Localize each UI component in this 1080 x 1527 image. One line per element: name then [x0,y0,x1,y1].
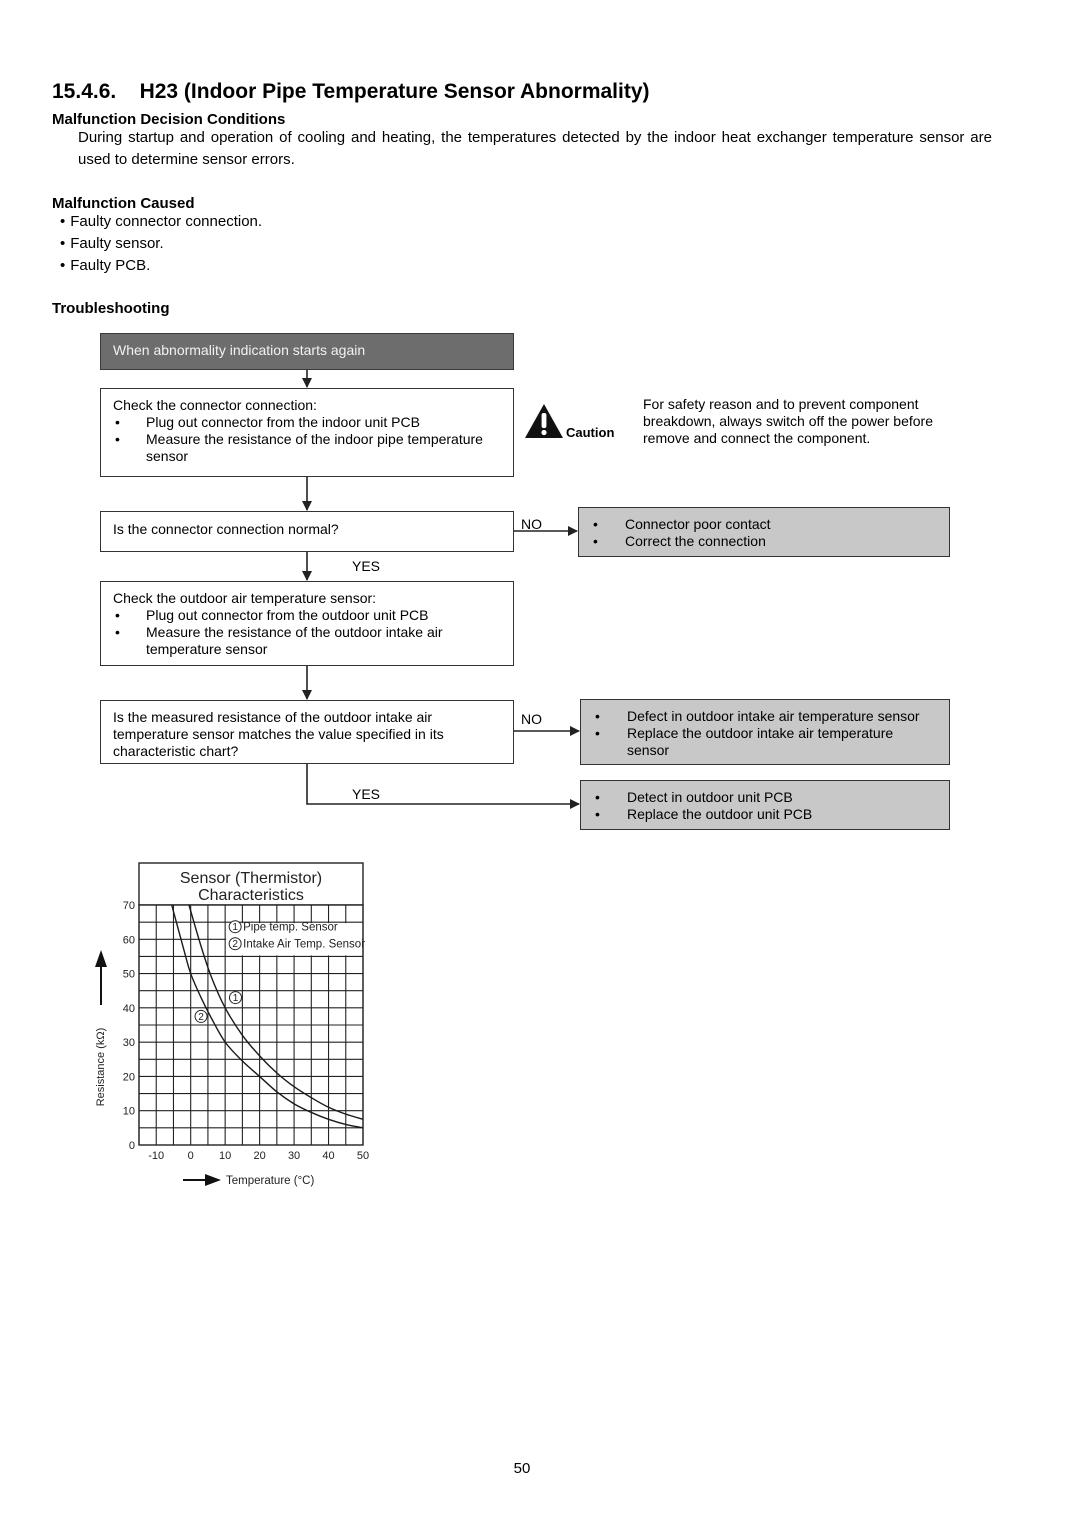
arrow-q2-yes [306,763,580,809]
no-label: NO [521,711,542,727]
step-check-outdoor-sensor: Check the outdoor air temperature sensor… [100,581,514,666]
caution-label: Caution [566,425,615,440]
result-item: Detect in outdoor unit PCB [593,789,937,806]
result-connector-poor-contact: Connector poor contact Correct the conne… [578,507,950,557]
x-tick-label: 20 [253,1150,265,1162]
result-item: Correct the connection [591,533,937,550]
question-connector-normal: Is the connector connection normal? [100,511,514,552]
yes-label: YES [352,558,381,574]
x-tick-label: 0 [188,1150,194,1162]
y-tick-label: 70 [123,900,135,912]
step-item: Measure the resistance of the outdoor in… [113,624,501,658]
legend-entry: Pipe temp. Sensor [243,922,338,934]
step-item: Plug out connector from the indoor unit … [113,414,501,431]
page-number: 50 [513,1460,531,1477]
y-tick-label: 60 [123,934,135,946]
x-axis-label: Temperature (°C) [226,1175,314,1187]
y-tick-label: 30 [123,1037,135,1049]
start-box: When abnormality indication starts again [100,333,514,370]
y-tick-label: 20 [123,1071,135,1083]
x-tick-label: 50 [357,1150,369,1162]
caution-text: For safety reason and to prevent compone… [643,396,934,446]
legend-entry: Intake Air Temp. Sensor [243,939,365,951]
result-item: Defect in outdoor intake air temperature… [593,708,937,725]
chart-legend: 1 Pipe temp. Sensor 2 Intake Air Temp. Sens… [226,920,365,956]
step-title: Check the connector connection: [113,397,317,413]
y-tick-label: 40 [123,1003,135,1015]
series-marker-label: 1 [233,993,239,1004]
result-defect-sensor: Defect in outdoor intake air temperature… [580,699,950,765]
question-resistance-matches: Is the measured resistance of the outdoo… [100,700,514,764]
chart-title-line1: Sensor (Thermistor) [180,870,322,887]
x-tick-label: 40 [322,1150,334,1162]
thermistor-chart: Sensor (Thermistor) Characteristics 1 2 -… [95,862,369,1187]
x-tick-label: 10 [219,1150,231,1162]
x-axis-arrow-icon [205,1174,221,1186]
y-tick-label: 0 [129,1140,135,1152]
step-item: Plug out connector from the outdoor unit… [113,607,501,624]
result-item: Replace the outdoor unit PCB [593,806,937,823]
legend-marker-label: 1 [232,922,238,933]
warning-triangle-icon [525,404,563,438]
step-check-connector: Check the connector connection: Plug out… [100,388,514,477]
result-item: Connector poor contact [591,516,937,533]
no-label: NO [521,516,542,532]
result-outdoor-pcb: Detect in outdoor unit PCB Replace the o… [580,780,950,830]
y-tick-label: 50 [123,969,135,981]
x-tick-label: -10 [148,1150,164,1162]
legend-marker-label: 2 [232,939,238,950]
series-marker-label: 2 [198,1012,204,1023]
step-title: Check the outdoor air temperature sensor… [113,590,377,606]
y-axis-label: Resistance (kΩ) [95,1028,107,1107]
step-item: Measure the resistance of the indoor pip… [113,431,501,465]
y-tick-label: 10 [123,1106,135,1118]
y-axis-arrow-icon [95,950,107,967]
yes-label: YES [352,786,381,802]
x-tick-label: 30 [288,1150,300,1162]
result-item: Replace the outdoor intake air temperatu… [593,725,937,759]
chart-title-line2: Characteristics [198,887,304,904]
